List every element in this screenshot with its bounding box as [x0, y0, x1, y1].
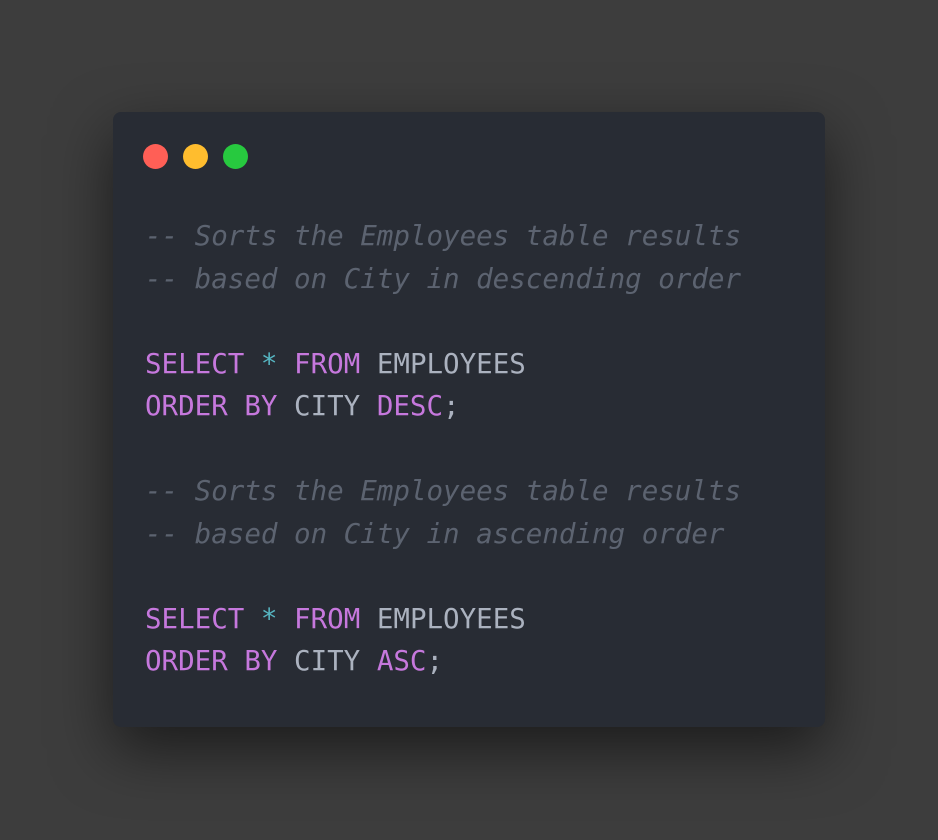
sql-token: CITY [294, 645, 361, 677]
sql-keyword: SELECT [145, 347, 245, 380]
sql-token: EMPLOYEES [376, 347, 526, 380]
sql-operator: * [260, 602, 278, 635]
sql-token: EMPLOYEES [376, 602, 526, 635]
sql-token: ; [426, 645, 444, 677]
sql-keyword: DESC [376, 390, 444, 422]
sql-keyword: FROM [294, 347, 361, 380]
sql-token: ; [443, 390, 460, 422]
code-line: SELECT * FROM EMPLOYEES [145, 343, 741, 386]
code-line: SELECT * FROM EMPLOYEES [145, 598, 741, 641]
code-line: -- Sorts the Employees table results [145, 470, 741, 513]
sql-token: CITY [294, 390, 361, 422]
code-comment: -- Sorts the Employees table results [145, 475, 742, 507]
sql-keyword: ORDER BY [145, 645, 278, 677]
code-line: ORDER BY CITY DESC; [145, 385, 741, 428]
code-line: -- based on City in descending order [145, 258, 741, 301]
page-background: { "window": { "traffic_lights": [ {"name… [0, 0, 938, 840]
sql-operator: * [260, 347, 278, 380]
code-window: -- Sorts the Employees table results -- b… [113, 112, 825, 727]
code-line: -- based on City in ascending order [145, 513, 741, 556]
close-button[interactable] [143, 144, 168, 169]
sql-keyword: ASC [376, 645, 427, 677]
minimize-button[interactable] [183, 144, 208, 169]
code-comment: -- based on City in ascending order [145, 517, 725, 550]
code-comment: -- Sorts the Employees table results [145, 220, 742, 252]
sql-keyword: SELECT [145, 602, 245, 635]
sql-keyword: FROM [294, 602, 361, 635]
sql-keyword: ORDER BY [145, 390, 278, 422]
window-controls [143, 144, 248, 169]
code-block: -- Sorts the Employees table results -- b… [145, 215, 741, 683]
code-line: -- Sorts the Employees table results [145, 215, 741, 258]
maximize-button[interactable] [223, 144, 248, 169]
code-line: ORDER BY CITY ASC; [145, 640, 741, 683]
code-comment: -- based on City in descending order [145, 262, 742, 295]
